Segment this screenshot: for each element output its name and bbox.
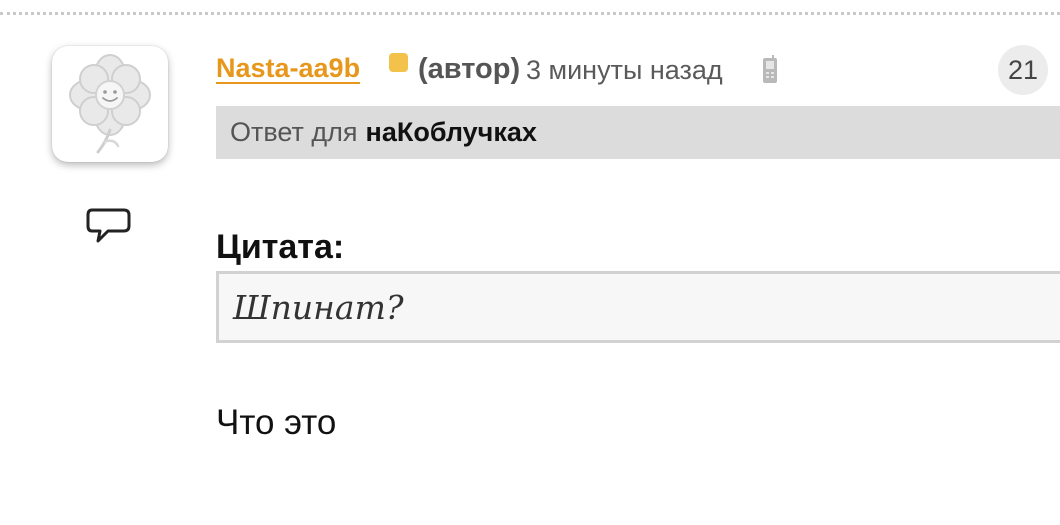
- flower-avatar-icon: [69, 54, 151, 154]
- mobile-phone-icon: [763, 55, 777, 83]
- post-count-badge[interactable]: 21: [998, 45, 1048, 95]
- quote-block: Шпинат?: [216, 271, 1060, 343]
- status-dot-icon: [389, 53, 408, 72]
- post-header: Nasta-aa9b (автор) 3 минуты назад 21: [216, 45, 1060, 95]
- reply-to-bar: Ответ для наКоблучках: [216, 106, 1060, 159]
- speech-bubble-icon[interactable]: [86, 206, 132, 248]
- username-link[interactable]: Nasta-aa9b: [216, 53, 360, 84]
- top-divider: [0, 12, 1060, 15]
- reply-target-link[interactable]: наКоблучках: [366, 117, 537, 148]
- reply-prefix: Ответ для: [230, 117, 358, 147]
- post-timestamp: 3 минуты назад: [526, 55, 723, 85]
- message-body: Что это: [216, 403, 337, 442]
- quote-text: Шпинат?: [233, 287, 404, 327]
- user-avatar[interactable]: [52, 46, 168, 162]
- author-tag: (автор): [418, 53, 521, 85]
- quote-title: Цитата:: [216, 228, 345, 266]
